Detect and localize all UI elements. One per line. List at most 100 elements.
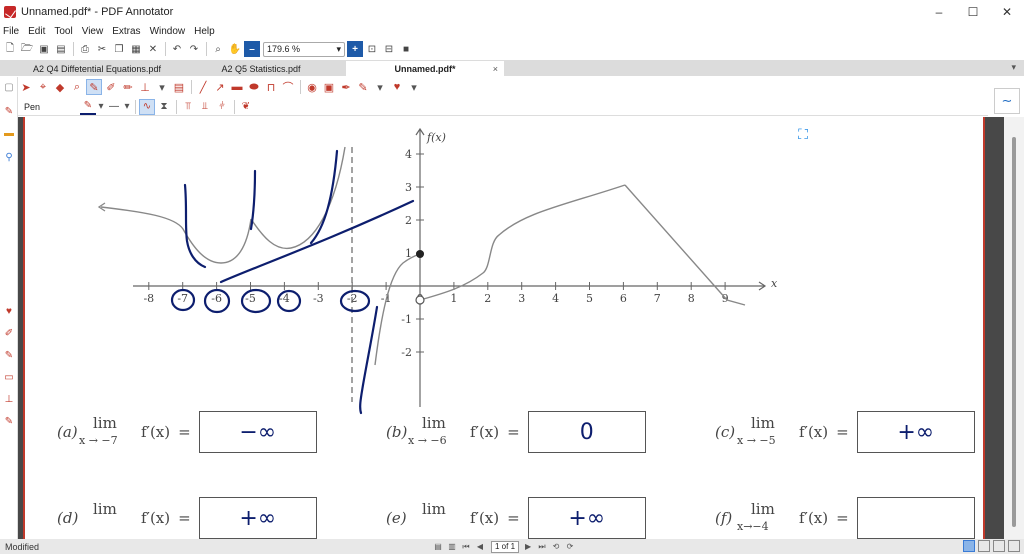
annotation-list-icon[interactable]: ✎: [1, 103, 17, 119]
dropdown-icon[interactable]: ▾: [123, 99, 131, 115]
highlighter-sidebar-icon[interactable]: ✎: [1, 413, 17, 429]
zoom-out-button[interactable]: –: [244, 41, 260, 57]
scrollbar-thumb[interactable]: [1012, 137, 1016, 527]
answer-box[interactable]: −∞: [198, 411, 317, 453]
attachment-icon[interactable]: ⚲: [1, 149, 17, 165]
stamp-sidebar-icon[interactable]: ⊥: [1, 391, 17, 407]
paste-icon[interactable]: ▦: [128, 41, 144, 57]
last-page-icon[interactable]: ⏭: [536, 541, 548, 553]
menu-file[interactable]: File: [3, 26, 19, 37]
ruler-icon[interactable]: ⊓: [263, 79, 279, 95]
menu-tool[interactable]: Tool: [54, 26, 72, 37]
maximize-button[interactable]: ☐: [956, 0, 990, 24]
favorite-style-icon[interactable]: ❦: [238, 99, 254, 115]
page-icon[interactable]: ▢: [1, 79, 17, 95]
open-folder-icon[interactable]: 🗁: [19, 41, 35, 57]
text-select-icon[interactable]: ⌖: [35, 79, 51, 95]
close-button[interactable]: ✕: [990, 0, 1024, 24]
smooth-stroke-icon[interactable]: ∿: [139, 98, 155, 115]
minimize-button[interactable]: –: [922, 0, 956, 24]
single-page-icon[interactable]: ▤: [432, 541, 444, 553]
copy-icon[interactable]: ❐: [111, 41, 127, 57]
tab-list-icon[interactable]: ▾: [1011, 62, 1016, 73]
stamp-icon[interactable]: ⊥: [137, 79, 153, 95]
fit-width-icon[interactable]: ⊟: [381, 41, 397, 57]
pen-tool-icon[interactable]: ✎: [86, 79, 102, 95]
pen-stroke-preview-icon[interactable]: ∼: [994, 88, 1020, 114]
line-width-icon[interactable]: —: [106, 99, 122, 115]
text-box-icon[interactable]: ▤: [171, 79, 187, 95]
answer-box[interactable]: +∞: [198, 497, 317, 539]
view-facing-continuous-icon[interactable]: [1008, 540, 1020, 552]
eraser-icon[interactable]: ◆: [52, 79, 68, 95]
undo-icon[interactable]: ↶: [169, 41, 185, 57]
blackout-icon[interactable]: ✎: [355, 79, 371, 95]
text-middle-icon[interactable]: ⫫: [197, 99, 213, 115]
first-page-icon[interactable]: ⏮: [460, 541, 472, 553]
save-copy-icon[interactable]: ▤: [53, 41, 69, 57]
vertical-scrollbar[interactable]: [1004, 117, 1024, 539]
menu-view[interactable]: View: [82, 26, 104, 37]
tab-statistics[interactable]: A2 Q5 Statistics.pdf: [182, 61, 340, 76]
new-document-icon[interactable]: 🗋: [2, 41, 18, 57]
answer-box[interactable]: 0: [527, 411, 646, 453]
rectangle-icon[interactable]: ▬: [229, 79, 245, 95]
page-number-field[interactable]: 1 of 1: [491, 540, 520, 553]
print-icon[interactable]: ⎙: [77, 41, 93, 57]
arrow-icon[interactable]: ↗: [212, 79, 228, 95]
menu-extras[interactable]: Extras: [112, 26, 140, 37]
next-page-icon[interactable]: ▶: [522, 541, 534, 553]
save-icon[interactable]: ▣: [36, 41, 52, 57]
dropdown-icon[interactable]: ▾: [406, 79, 422, 95]
zoom-in-button[interactable]: +: [347, 41, 363, 57]
dropdown-icon[interactable]: ▾: [97, 99, 105, 115]
menu-window[interactable]: Window: [150, 26, 186, 37]
find-icon[interactable]: ⌕: [210, 41, 226, 57]
text-top-icon[interactable]: ⫪: [180, 99, 196, 115]
line-icon[interactable]: ╱: [195, 79, 211, 95]
hand-tool-icon[interactable]: ✋: [227, 41, 243, 57]
back-icon[interactable]: ⟲: [550, 541, 562, 553]
image-insert-icon[interactable]: ▣: [321, 79, 337, 95]
redo-icon[interactable]: ↷: [186, 41, 202, 57]
marker-icon[interactable]: ✐: [103, 79, 119, 95]
text-bottom-icon[interactable]: ⫩: [214, 99, 230, 115]
view-single-icon[interactable]: [978, 540, 990, 552]
previous-page-icon[interactable]: ◀: [474, 541, 486, 553]
favorite-heart-icon[interactable]: ♥: [1, 303, 17, 319]
view-facing-icon[interactable]: [993, 540, 1005, 552]
delete-icon[interactable]: ✕: [145, 41, 161, 57]
fit-page-icon[interactable]: ⊡: [364, 41, 380, 57]
marker-sidebar-icon[interactable]: ✎: [1, 347, 17, 363]
tab-diff-equations[interactable]: A2 Q4 Diffetential Equations.pdf: [18, 61, 176, 76]
dropdown-icon[interactable]: ▾: [372, 79, 388, 95]
select-arrow-icon[interactable]: ➤: [18, 79, 34, 95]
dropdown-icon[interactable]: ▾: [154, 79, 170, 95]
answer-box[interactable]: +∞: [856, 411, 975, 453]
magnifier-icon[interactable]: ⌕: [69, 79, 85, 95]
tab-close-icon[interactable]: ×: [493, 64, 498, 74]
heart-favorites-icon[interactable]: ♥: [389, 79, 405, 95]
signature-icon[interactable]: ✒: [338, 79, 354, 95]
pdf-page[interactable]: -8-7-6-5-4-3-2-10123456789 4321-1-2 f(x)…: [23, 117, 985, 539]
menu-help[interactable]: Help: [194, 26, 215, 37]
pen-sidebar-icon[interactable]: ✐: [1, 325, 17, 341]
tab-unnamed[interactable]: Unnamed.pdf* ×: [346, 61, 504, 76]
answer-box[interactable]: +∞: [527, 497, 646, 539]
bookmark-folder-icon[interactable]: ▬: [1, 125, 17, 141]
pressure-icon[interactable]: ⧗: [156, 99, 172, 115]
ellipse-icon[interactable]: ⬬: [246, 79, 262, 95]
menu-edit[interactable]: Edit: [28, 26, 45, 37]
image-sidebar-icon[interactable]: ▭: [1, 369, 17, 385]
snapshot-region-icon[interactable]: ⛶: [794, 125, 812, 143]
answer-box[interactable]: [856, 497, 975, 539]
fullscreen-icon[interactable]: ■: [398, 41, 414, 57]
pen-color-icon[interactable]: ✎: [80, 99, 96, 115]
forward-icon[interactable]: ⟳: [564, 541, 576, 553]
highlighter-icon[interactable]: ✏: [120, 79, 136, 95]
cut-icon[interactable]: ✂: [94, 41, 110, 57]
snapshot-icon[interactable]: ◉: [304, 79, 320, 95]
view-continuous-icon[interactable]: [963, 540, 975, 552]
two-page-icon[interactable]: ▥: [446, 541, 458, 553]
lasso-icon[interactable]: ⌒: [280, 79, 296, 95]
